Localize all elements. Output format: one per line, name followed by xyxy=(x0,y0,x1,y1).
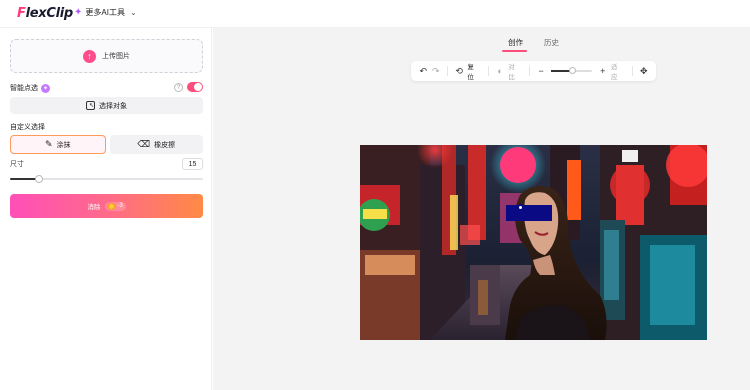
brush-icon: ✎ xyxy=(44,139,53,149)
active-tab-indicator xyxy=(502,50,527,52)
select-object-label: 选择对象 xyxy=(99,102,127,110)
canvas-toolbar: ↶ ↷ ⟲ 复位 ◐ 对比 − + 适应 ✥ xyxy=(411,61,656,81)
zoom-out-icon[interactable]: − xyxy=(535,66,548,76)
undo-icon[interactable]: ↶ xyxy=(417,66,430,77)
erase-label: 消除 xyxy=(87,204,101,211)
credit-cost: -3 xyxy=(117,203,123,209)
sparkle-icon: ✦ xyxy=(74,7,83,18)
app-header: FlexClip ✦ 更多AI工具 ⌄ xyxy=(0,0,750,28)
redo-icon[interactable]: ↷ xyxy=(430,66,443,77)
compare-button[interactable]: 对比 xyxy=(508,61,520,81)
reset-button[interactable]: 复位 xyxy=(467,61,479,81)
ai-badge-icon: ✦ xyxy=(41,83,50,93)
chevron-down-icon: ⌄ xyxy=(129,8,137,17)
canvas-area: 创作 历史 ↶ ↷ ⟲ 复位 ◐ 对比 − + 适应 ✥ xyxy=(213,28,750,390)
size-slider-handle[interactable] xyxy=(35,175,43,183)
zoom-slider-handle[interactable] xyxy=(569,67,577,74)
select-object-icon: ↖ xyxy=(86,101,95,110)
tab-history[interactable]: 历史 xyxy=(544,37,559,48)
tab-create[interactable]: 创作 xyxy=(508,37,523,48)
eraser-button[interactable]: ⌫ 橡皮擦 xyxy=(109,135,203,154)
credit-cost-badge: -3 xyxy=(105,201,126,211)
toolbar-divider xyxy=(447,66,448,76)
view-tabs: 创作 历史 xyxy=(213,28,750,53)
more-ai-tools-dropdown[interactable]: ✦ 更多AI工具 ⌄ xyxy=(74,7,137,18)
paint-label: 涂抹 xyxy=(56,141,71,149)
toolbar-divider xyxy=(488,66,489,76)
zoom-in-icon[interactable]: + xyxy=(596,66,609,76)
size-slider[interactable] xyxy=(10,175,203,183)
zoom-slider[interactable] xyxy=(551,67,593,74)
upload-label: 上传图片 xyxy=(102,53,130,60)
size-value-input[interactable]: 15 xyxy=(182,158,203,170)
eraser-label: 橡皮擦 xyxy=(154,141,176,149)
erase-mask-overlay xyxy=(506,205,552,221)
paint-brush-button[interactable]: ✎ 涂抹 xyxy=(10,135,106,154)
eraser-icon: ⌫ xyxy=(137,139,151,149)
help-icon[interactable]: ? xyxy=(174,83,183,92)
compare-icon: ◐ xyxy=(497,66,503,76)
photo-illustration xyxy=(360,145,707,340)
logo-text: FlexClip xyxy=(17,5,73,21)
brush-tool-row: ✎ 涂抹 ⌫ 橡皮擦 xyxy=(10,135,203,154)
toolbar-divider xyxy=(631,66,633,76)
reset-icon: ⟲ xyxy=(455,65,463,76)
smart-select-row: 智能点选 ✦ ? xyxy=(10,82,203,94)
select-object-button[interactable]: ↖ 选择对象 xyxy=(10,97,203,114)
edited-photo[interactable] xyxy=(360,145,707,340)
left-panel: ↑ 上传图片 智能点选 ✦ ? ↖ 选择对象 自定义选择 ✎ 涂抹 ⌫ 橡皮擦 … xyxy=(0,28,212,390)
zoom-slider-fill xyxy=(551,70,572,72)
flexclip-logo[interactable]: FlexClip xyxy=(17,5,73,21)
upload-icon: ↑ xyxy=(83,49,96,63)
more-ai-label: 更多AI工具 xyxy=(85,8,125,17)
toolbar-divider xyxy=(529,66,530,76)
upload-image-button[interactable]: ↑ 上传图片 xyxy=(10,39,203,73)
fit-button[interactable]: 适应 xyxy=(611,61,623,81)
custom-select-label: 自定义选择 xyxy=(10,124,45,131)
move-icon[interactable]: ✥ xyxy=(637,66,650,77)
size-label: 尺寸 xyxy=(10,161,24,168)
coin-icon xyxy=(108,202,116,210)
smart-select-label: 智能点选 xyxy=(10,85,38,92)
erase-button[interactable]: 消除 -3 xyxy=(10,194,203,218)
brush-cursor-icon xyxy=(517,204,524,211)
smart-select-toggle[interactable] xyxy=(187,82,203,92)
